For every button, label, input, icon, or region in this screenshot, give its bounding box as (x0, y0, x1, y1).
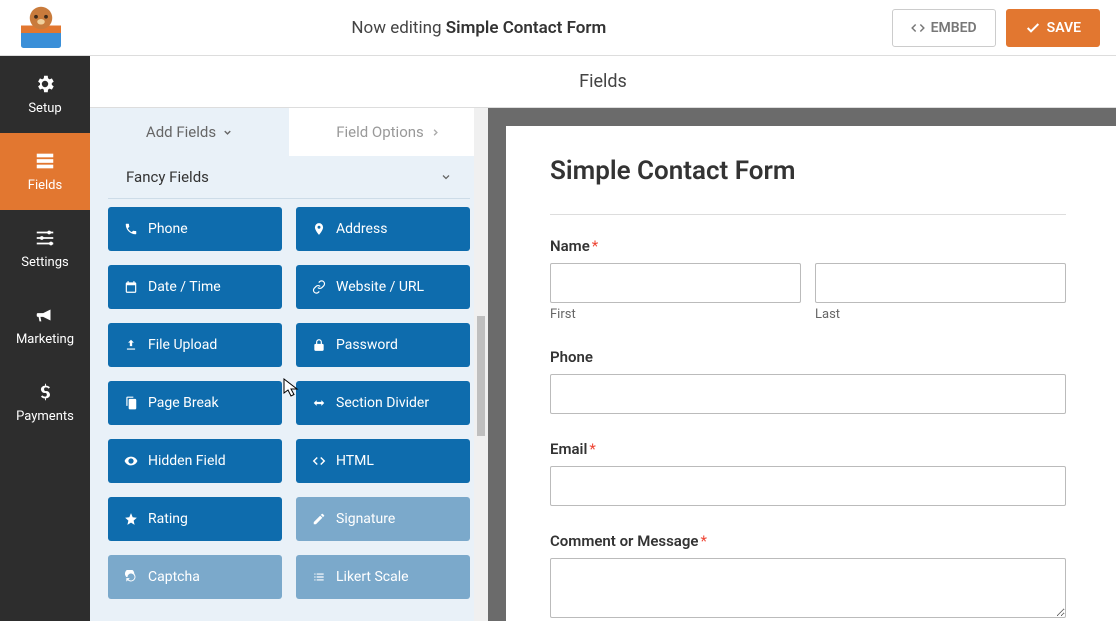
tab-add-fields[interactable]: Add Fields (90, 108, 289, 156)
field-type-html[interactable]: HTML (296, 439, 470, 483)
field-name[interactable]: Name* First Last (550, 237, 1066, 322)
field-type-address[interactable]: Address (296, 207, 470, 251)
logo (16, 8, 66, 48)
refresh-icon (124, 570, 138, 584)
section-title: Fields (90, 56, 1116, 108)
left-nav: Setup Fields Settings Marketing Payments (0, 56, 90, 621)
copy-icon (124, 396, 138, 410)
embed-button[interactable]: EMBED (892, 9, 996, 47)
code-icon (312, 454, 326, 468)
form-preview: Simple Contact Form Name* First Last (488, 108, 1116, 621)
upload-icon (124, 338, 138, 352)
link-icon (312, 280, 326, 294)
field-type-hidden-field[interactable]: Hidden Field (108, 439, 282, 483)
panel-scrollbar[interactable] (474, 108, 488, 621)
field-type-phone[interactable]: Phone (108, 207, 282, 251)
save-button[interactable]: SAVE (1006, 9, 1100, 47)
pencil-icon (312, 512, 326, 526)
input-email[interactable] (550, 466, 1066, 506)
star-icon (124, 512, 138, 526)
field-type-section-divider[interactable]: Section Divider (296, 381, 470, 425)
nav-setup[interactable]: Setup (0, 56, 90, 133)
field-type-signature[interactable]: Signature (296, 497, 470, 541)
tab-field-options[interactable]: Field Options (289, 108, 488, 156)
field-type-password[interactable]: Password (296, 323, 470, 367)
field-type-date-time[interactable]: Date / Time (108, 265, 282, 309)
phone-icon (124, 222, 138, 236)
page-title: Now editing Simple Contact Form (66, 18, 892, 38)
lock-icon (312, 338, 326, 352)
field-type-file-upload[interactable]: File Upload (108, 323, 282, 367)
field-email[interactable]: Email* (550, 440, 1066, 506)
input-last-name[interactable] (815, 263, 1066, 303)
eye-icon (124, 454, 138, 468)
accordion-fancy-fields[interactable]: Fancy Fields (108, 156, 470, 199)
nav-payments[interactable]: Payments (0, 364, 90, 441)
field-type-rating[interactable]: Rating (108, 497, 282, 541)
form-title: Simple Contact Form (550, 156, 1066, 186)
nav-settings[interactable]: Settings (0, 210, 90, 287)
fields-panel: Add Fields Field Options Fancy Fields Ph… (90, 108, 488, 621)
main: Fields Add Fields Field Options Fancy Fi… (90, 56, 1116, 621)
input-comment[interactable] (550, 558, 1066, 618)
input-first-name[interactable] (550, 263, 801, 303)
field-type-captcha[interactable]: Captcha (108, 555, 282, 599)
list-icon (312, 570, 326, 584)
field-phone[interactable]: Phone (550, 348, 1066, 414)
calendar-icon (124, 280, 138, 294)
field-comment[interactable]: Comment or Message* (550, 532, 1066, 621)
input-phone[interactable] (550, 374, 1066, 414)
nav-marketing[interactable]: Marketing (0, 287, 90, 364)
field-type-likert-scale[interactable]: Likert Scale (296, 555, 470, 599)
arrows-icon (312, 396, 326, 410)
field-type-page-break[interactable]: Page Break (108, 381, 282, 425)
top-bar: Now editing Simple Contact Form EMBED SA… (0, 0, 1116, 56)
field-type-website-url[interactable]: Website / URL (296, 265, 470, 309)
nav-fields[interactable]: Fields (0, 133, 90, 210)
pin-icon (312, 222, 326, 236)
